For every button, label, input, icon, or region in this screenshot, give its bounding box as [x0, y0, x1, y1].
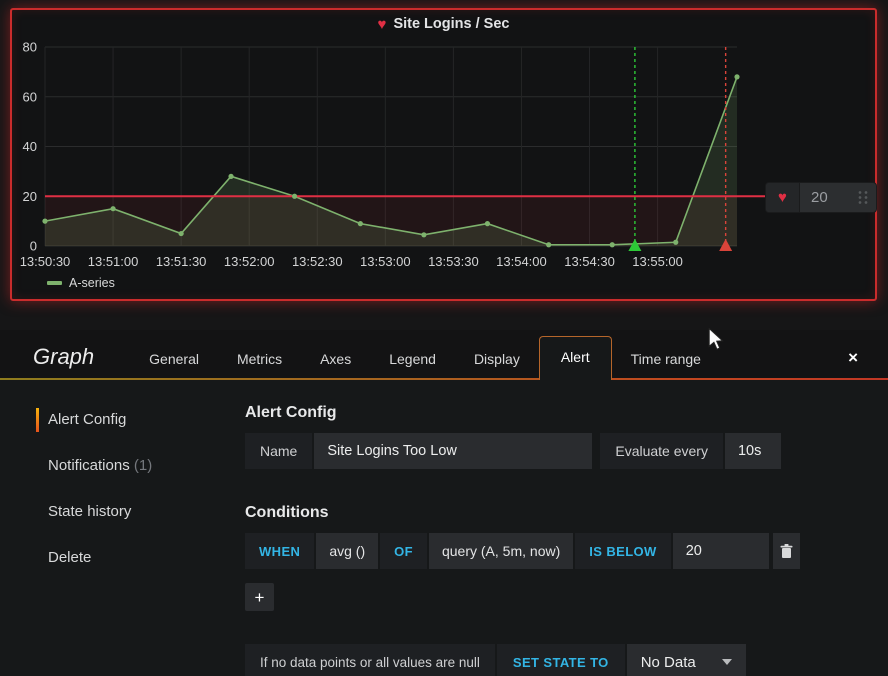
svg-text:13:53:30: 13:53:30	[428, 254, 479, 269]
grafana-screen: 0 20 40 60 80 13:50:30 13:51:00 13:51:30 13:52:0…	[0, 0, 888, 676]
condition-of-label: OF	[380, 533, 427, 569]
editor-tabs: GeneralMetricsAxesLegendDisplayAlertTime…	[130, 330, 720, 380]
alert-sidebar: Alert Config Notifications (1) State histo…	[0, 380, 245, 676]
svg-text:13:51:30: 13:51:30	[156, 254, 207, 269]
sidebar-item-delete[interactable]: Delete	[0, 544, 245, 571]
sidebar-item-label: State history	[48, 503, 131, 520]
editor-body: Alert Config Notifications (1) State histo…	[0, 380, 888, 676]
trash-icon	[780, 544, 793, 559]
alert-config-main: Alert Config Name Evaluate every Conditi…	[245, 380, 888, 676]
evaluate-every-label: Evaluate every	[600, 433, 723, 469]
alert-heart-icon: ♥	[378, 17, 387, 32]
timeseries-chart: 0 20 40 60 80 13:50:30 13:51:00 13:51:30 13:52:0…	[12, 10, 875, 299]
svg-text:13:52:30: 13:52:30	[292, 254, 343, 269]
brand-gradient-line	[0, 378, 888, 380]
svg-text:13:52:00: 13:52:00	[224, 254, 275, 269]
sidebar-item-alert-config[interactable]: Alert Config	[0, 406, 245, 433]
svg-text:60: 60	[23, 89, 37, 104]
svg-text:13:55:00: 13:55:00	[632, 254, 683, 269]
delete-condition-button[interactable]	[773, 533, 800, 569]
condition-row: WHEN avg () OF query (A, 5m, now) IS BEL…	[245, 533, 888, 569]
evaluate-every-input[interactable]	[725, 433, 781, 469]
grip-dots-icon[interactable]	[856, 189, 870, 206]
tab-legend[interactable]: Legend	[370, 338, 455, 380]
no-data-label: If no data points or all values are null	[245, 644, 495, 676]
condition-aggregation-dropdown[interactable]: avg ()	[316, 533, 378, 569]
no-data-row: If no data points or all values are null…	[245, 644, 888, 676]
legend-series-label[interactable]: A-series	[69, 276, 115, 290]
tab-general[interactable]: General	[130, 338, 218, 380]
add-condition-button[interactable]: +	[245, 583, 274, 611]
svg-text:13:53:00: 13:53:00	[360, 254, 411, 269]
sidebar-item-label: Notifications	[48, 457, 130, 474]
conditions-heading: Conditions	[245, 504, 888, 522]
sidebar-item-count: (1)	[130, 457, 153, 474]
legend-swatch-icon[interactable]	[47, 281, 62, 285]
legend: A-series	[47, 276, 115, 290]
panel-title-text: Site Logins / Sec	[393, 16, 509, 32]
svg-text:80: 80	[23, 40, 37, 55]
svg-text:40: 40	[23, 139, 37, 154]
close-icon[interactable]: ×	[848, 348, 858, 380]
tab-metrics[interactable]: Metrics	[218, 338, 301, 380]
alert-name-row: Name Evaluate every	[245, 433, 888, 469]
tab-display[interactable]: Display	[455, 338, 539, 380]
threshold-drag-handle[interactable]: ♥ 20	[765, 182, 877, 213]
tab-alert[interactable]: Alert	[539, 336, 612, 380]
chevron-down-icon	[722, 659, 732, 665]
graph-panel: 0 20 40 60 80 13:50:30 13:51:00 13:51:30 13:52:0…	[10, 8, 877, 301]
tab-axes[interactable]: Axes	[301, 338, 370, 380]
tab-time-range[interactable]: Time range	[612, 338, 720, 380]
panel-title[interactable]: ♥ Site Logins / Sec	[12, 16, 875, 32]
no-data-state-value: No Data	[641, 654, 696, 671]
svg-text:13:50:30: 13:50:30	[20, 254, 71, 269]
svg-text:13:51:00: 13:51:00	[88, 254, 139, 269]
no-data-state-dropdown[interactable]: No Data	[627, 644, 746, 676]
svg-text:13:54:30: 13:54:30	[564, 254, 615, 269]
alert-config-heading: Alert Config	[245, 404, 888, 422]
threshold-value: 20	[800, 183, 856, 212]
sidebar-item-notifications[interactable]: Notifications (1)	[0, 452, 245, 479]
condition-operator-dropdown[interactable]: IS BELOW	[575, 533, 670, 569]
sidebar-item-label: Alert Config	[48, 411, 126, 428]
threshold-heart-icon: ♥	[766, 183, 800, 212]
svg-text:13:54:00: 13:54:00	[496, 254, 547, 269]
editor-tabbar: Graph GeneralMetricsAxesLegendDisplayAle…	[0, 330, 888, 380]
sidebar-item-state-history[interactable]: State history	[0, 498, 245, 525]
condition-when-label: WHEN	[245, 533, 314, 569]
svg-text:20: 20	[23, 189, 37, 204]
condition-threshold-input[interactable]	[673, 533, 769, 569]
panel-type-logo: Graph	[0, 344, 130, 380]
panel-editor: Graph GeneralMetricsAxesLegendDisplayAle…	[0, 330, 888, 676]
sidebar-item-label: Delete	[48, 549, 91, 566]
svg-text:0: 0	[30, 239, 37, 254]
set-state-to-label: SET STATE TO	[497, 644, 625, 676]
alert-name-input[interactable]	[314, 433, 592, 469]
name-label: Name	[245, 433, 312, 469]
condition-query-dropdown[interactable]: query (A, 5m, now)	[429, 533, 573, 569]
